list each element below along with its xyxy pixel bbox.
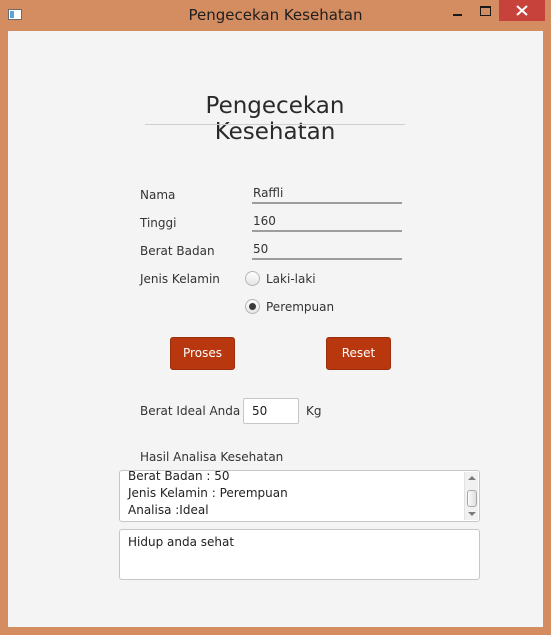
gender-label: Jenis Kelamin [140,272,220,286]
title-divider [145,124,405,125]
summary-textarea[interactable]: Hidup anda sehat [119,529,480,580]
title-bar[interactable]: Pengecekan Kesehatan [0,0,551,31]
ideal-weight-label: Berat Ideal Anda [140,404,241,418]
weight-field[interactable]: 50 [252,240,402,260]
radio-male-label[interactable]: Laki-laki [266,272,316,286]
page-title: Pengecekan Kesehatan [205,93,345,145]
height-label: Tinggi [140,216,177,230]
reset-button[interactable]: Reset [326,337,391,370]
close-button[interactable] [499,0,545,21]
vertical-scrollbar[interactable] [464,472,478,520]
analysis-line: Berat Badan : 50 [128,470,230,483]
summary-text: Hidup anda sehat [128,535,235,549]
radio-male[interactable] [245,271,260,286]
maximize-button[interactable] [471,0,499,21]
height-field[interactable]: 160 [252,212,402,232]
analysis-line: Jenis Kelamin : Perempuan [128,486,288,500]
minimize-button[interactable] [445,0,471,21]
radio-female[interactable] [245,299,260,314]
radio-female-label[interactable]: Perempuan [266,300,334,314]
unit-label: Kg [306,404,322,418]
process-button[interactable]: Proses [170,337,235,370]
analysis-text: Berat Badan : 50 Jenis Kelamin : Perempu… [128,470,288,519]
analysis-textarea[interactable]: Berat Badan : 50 Jenis Kelamin : Perempu… [119,470,480,522]
scroll-up-arrow-icon[interactable] [468,476,476,480]
analysis-label: Hasil Analisa Kesehatan [140,450,284,464]
close-icon [516,5,528,16]
name-label: Nama [140,188,176,202]
desktop-strip [0,635,551,642]
weight-label: Berat Badan [140,244,215,258]
analysis-line: Analisa :Ideal [128,503,209,517]
name-field[interactable]: Raffli [252,184,402,204]
scroll-down-arrow-icon[interactable] [468,512,476,516]
scroll-thumb[interactable] [467,490,477,507]
radio-selected-dot [249,303,256,310]
ideal-weight-field[interactable]: 50 [243,398,299,424]
window-frame: Pengecekan Kesehatan Pengecekan Kesehata… [0,0,551,635]
